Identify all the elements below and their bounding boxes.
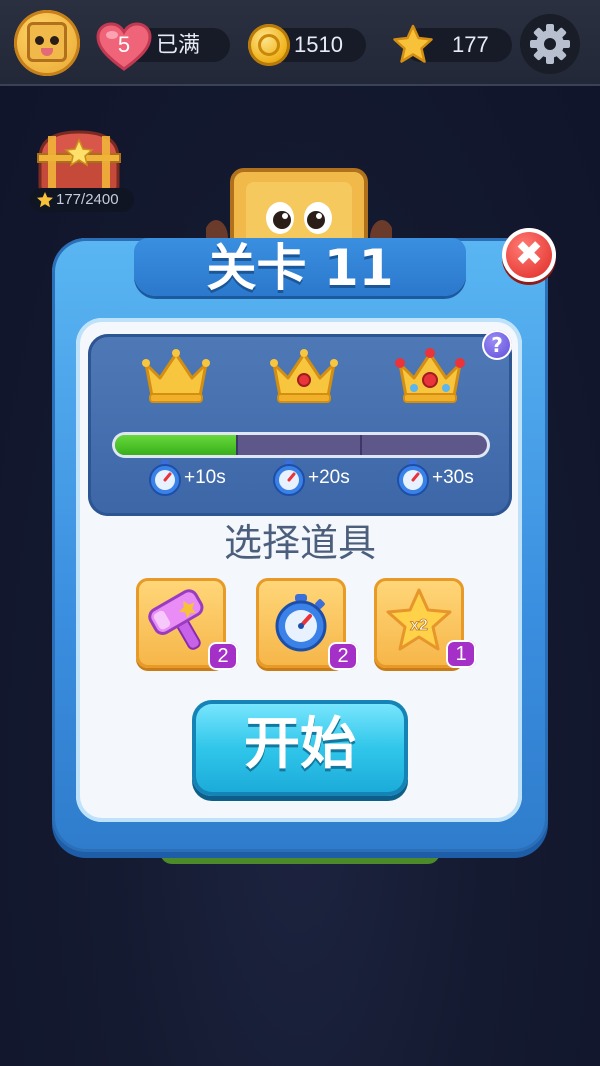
booster-count: 1 <box>446 640 476 668</box>
coins-count: 1510 <box>294 32 343 57</box>
stopwatch-icon <box>149 460 181 496</box>
crown-gold-icon <box>395 348 465 403</box>
stopwatch-icon <box>397 460 429 496</box>
start-button[interactable]: 开始 <box>192 700 408 796</box>
close-icon: ✖ <box>514 234 544 274</box>
player-avatar[interactable] <box>14 10 80 76</box>
close-button[interactable]: ✖ <box>502 228 556 282</box>
boosters-title: 选择道具 <box>223 521 376 565</box>
crown-bronze-icon <box>142 349 210 403</box>
treasure-chest-icon[interactable] <box>34 128 124 194</box>
chest-progress-text: 177/2400 <box>56 191 119 208</box>
time-bonus-2: +20s <box>308 467 350 488</box>
progress-fill <box>115 435 238 455</box>
progress-divider <box>236 435 238 455</box>
help-button[interactable]: ? <box>482 330 512 360</box>
gear-icon <box>530 24 570 64</box>
crown-progress-bar <box>112 432 490 458</box>
time-bonus-3: +30s <box>432 467 474 488</box>
booster-count: 2 <box>208 642 238 670</box>
star-icon <box>393 24 433 63</box>
coin-icon <box>248 24 290 66</box>
stars-count: 177 <box>452 32 489 57</box>
start-label: 开始 <box>244 712 356 777</box>
lives-status: 已满 <box>156 32 201 57</box>
top-bar: 5 已满 1510 177 <box>0 0 600 86</box>
small-star-icon <box>37 192 53 208</box>
booster-count: 2 <box>328 642 358 670</box>
lives-count: 5 <box>117 32 131 57</box>
avatar-face-icon <box>27 22 67 62</box>
crown-silver-icon <box>270 349 338 403</box>
settings-button[interactable] <box>520 14 580 74</box>
stopwatch-icon <box>273 460 305 496</box>
progress-divider <box>360 435 362 455</box>
question-icon: ? <box>491 333 503 357</box>
level-title: 关卡 11 <box>206 239 394 297</box>
time-bonus-1: +10s <box>184 467 226 488</box>
double-star-label: x2 <box>410 617 428 634</box>
chest-progress: 177/2400 <box>30 188 134 212</box>
